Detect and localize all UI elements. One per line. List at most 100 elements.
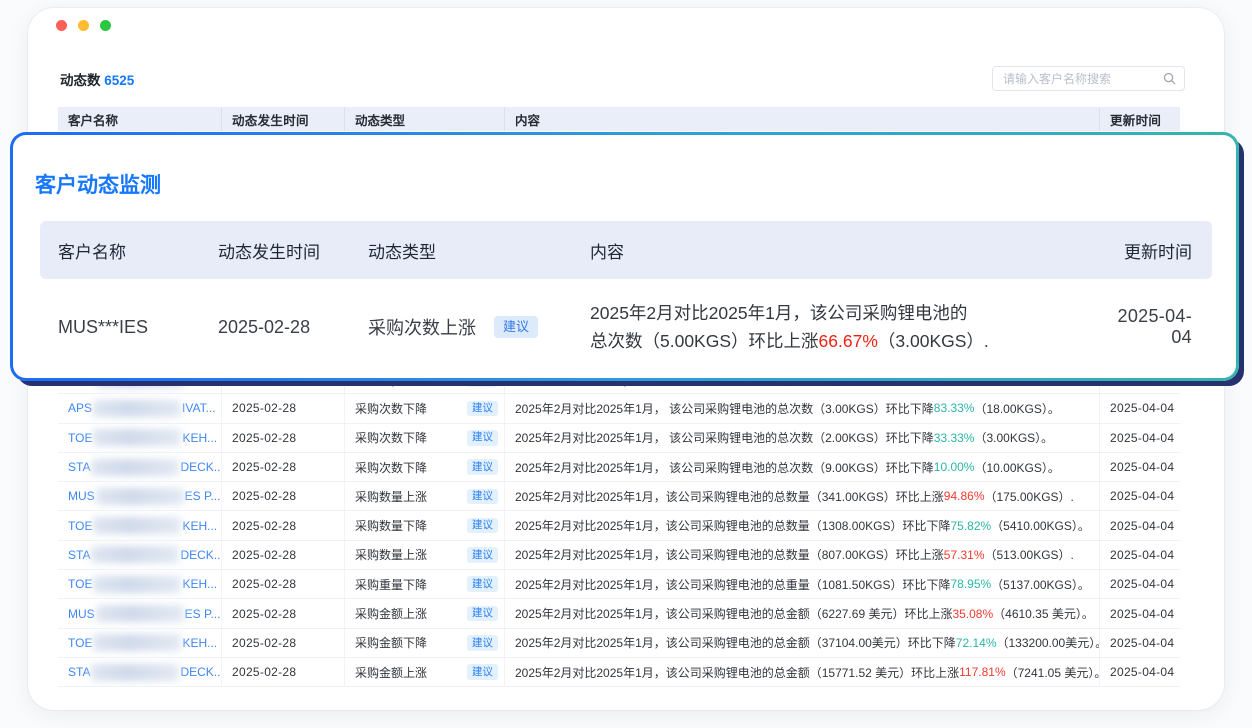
customer-name-link[interactable]: MUSES P... bbox=[68, 605, 220, 622]
redacted-name-blur bbox=[93, 634, 181, 651]
content-text: 2025年2月对比2025年1月， 该公司采购锂电池的总次数（2.00KGS）环… bbox=[515, 429, 934, 446]
customer-name-cell: MUSES P... bbox=[58, 482, 222, 510]
suggestion-badge: 建议 bbox=[467, 664, 498, 680]
table-row[interactable]: TOEKEH...2025-02-28采购次数下降建议2025年2月对比2025… bbox=[58, 424, 1180, 453]
customer-name-cell: TOEKEH... bbox=[58, 424, 222, 452]
customer-name-cell: MUSES P... bbox=[58, 599, 222, 627]
event-content: 2025年2月对比2025年1月，该公司采购锂电池的总数量（341.00KGS）… bbox=[505, 482, 1100, 510]
event-type-label: 采购数量下降 bbox=[355, 517, 427, 534]
event-type-label: 采购次数下降 bbox=[355, 400, 427, 417]
customer-name-suffix: IVAT... bbox=[182, 401, 216, 415]
content-text: 2025年2月对比2025年1月，该公司采购锂电池的总金额（37104.00美元… bbox=[515, 634, 956, 651]
table-row[interactable]: TOEKEH...2025-02-28采购重量下降建议2025年2月对比2025… bbox=[58, 570, 1180, 599]
content-text: 2025年2月对比2025年1月，该公司采购锂电池的总数量（1308.00KGS… bbox=[515, 517, 950, 534]
search-input[interactable] bbox=[993, 72, 1163, 86]
overlay-header-row: 客户名称动态发生时间动态类型内容更新时间 bbox=[40, 221, 1212, 279]
event-type-label: 采购金额下降 bbox=[355, 634, 427, 651]
suggestion-badge: 建议 bbox=[467, 576, 498, 592]
suggestion-badge: 建议 bbox=[467, 518, 498, 534]
dynamics-count-label: 动态数 bbox=[60, 73, 101, 88]
event-content: 2025年2月对比2025年1月，该公司采购锂电池的总金额（6227.69 美元… bbox=[505, 599, 1100, 627]
overlay-event-content: 2025年2月对比2025年1月，该公司采购锂电池的 总次数（5.00KGS）环… bbox=[572, 299, 1084, 355]
content-percent: 78.95% bbox=[950, 577, 991, 591]
table-row[interactable]: STADECK...2025-02-28采购数量上涨建议2025年2月对比202… bbox=[58, 541, 1180, 570]
customer-name-cell: STADECK... bbox=[58, 453, 222, 481]
redacted-name-blur bbox=[96, 605, 184, 622]
table-row[interactable]: STADECK...2025-02-28采购次数下降建议2025年2月对比202… bbox=[58, 453, 1180, 482]
customer-name-prefix: TOE bbox=[68, 577, 92, 591]
event-type-label: 采购数量上涨 bbox=[355, 488, 427, 505]
customer-name-suffix: DECK... bbox=[180, 665, 222, 679]
event-type-label: 采购数量上涨 bbox=[355, 546, 427, 563]
customer-name-link[interactable]: TOE KEH... bbox=[68, 576, 217, 593]
content-text: （5410.00KGS）。 bbox=[991, 517, 1090, 534]
event-type-cell: 采购次数下降建议 bbox=[345, 394, 505, 422]
event-type-label: 采购次数下降 bbox=[355, 459, 427, 476]
update-date: 2025-04-04 bbox=[1100, 629, 1180, 657]
overlay-title: 客户动态监测 bbox=[35, 169, 161, 199]
column-header: 客户名称 bbox=[58, 107, 222, 131]
customer-name-suffix: KEH... bbox=[182, 577, 217, 591]
window-controls bbox=[56, 20, 111, 31]
close-window-button[interactable] bbox=[56, 20, 67, 31]
zoom-window-button[interactable] bbox=[100, 20, 111, 31]
customer-name-cell: TOE KEH... bbox=[58, 570, 222, 598]
event-content: 2025年2月对比2025年1月，该公司采购锂电池的总金额（37104.00美元… bbox=[505, 629, 1100, 657]
event-content: 2025年2月对比2025年1月，该公司采购锂电池的总数量（807.00KGS）… bbox=[505, 541, 1100, 569]
customer-name-prefix: APS bbox=[68, 401, 92, 415]
content-percent: 33.33% bbox=[934, 431, 975, 445]
table-row[interactable]: TOEKEH...2025-02-28采购数量下降建议2025年2月对比2025… bbox=[58, 511, 1180, 540]
customer-name-link[interactable]: STADECK... bbox=[68, 664, 222, 681]
overlay-column-header: 动态发生时间 bbox=[200, 238, 350, 263]
customer-name-link[interactable]: STADECK... bbox=[68, 546, 222, 563]
customer-name-prefix: TOE bbox=[68, 519, 92, 533]
customer-name-suffix: ES P... bbox=[185, 489, 221, 503]
suggestion-badge: 建议 bbox=[467, 635, 498, 651]
table-row[interactable]: TOEKEH...2025-02-28采购金额下降建议2025年2月对比2025… bbox=[58, 629, 1180, 658]
customer-name-link[interactable]: TOEKEH... bbox=[68, 429, 217, 446]
customer-name-prefix: MUS bbox=[68, 607, 95, 621]
column-header: 内容 bbox=[505, 107, 1100, 131]
event-date: 2025-02-28 bbox=[222, 658, 345, 686]
customer-name-link[interactable]: TOEKEH... bbox=[68, 517, 217, 534]
content-percent: 10.00% bbox=[934, 460, 975, 474]
search-icon[interactable] bbox=[1163, 72, 1176, 85]
minimize-window-button[interactable] bbox=[78, 20, 89, 31]
content-text: （7241.05 美元）。 bbox=[1006, 664, 1100, 681]
event-content: 2025年2月对比2025年1月，该公司采购锂电池的总金额（15771.52 美… bbox=[505, 658, 1100, 686]
table-row[interactable]: STADECK...2025-02-28采购金额上涨建议2025年2月对比202… bbox=[58, 658, 1180, 687]
content-text: （10.00KGS）。 bbox=[974, 459, 1059, 476]
event-content: 2025年2月对比2025年1月，该公司采购锂电池的总重量（1081.50KGS… bbox=[505, 570, 1100, 598]
event-type-cell: 采购次数下降建议 bbox=[345, 424, 505, 452]
table-row[interactable]: APSIVAT...2025-02-28采购次数下降建议2025年2月对比202… bbox=[58, 394, 1180, 423]
overlay-data-row[interactable]: MUS***IES 2025-02-28 采购次数上涨 建议 2025年2月对比… bbox=[40, 279, 1212, 375]
overlay-event-date: 2025-02-28 bbox=[200, 317, 350, 338]
overlay-column-header: 动态类型 bbox=[350, 238, 572, 263]
update-date: 2025-04-04 bbox=[1100, 511, 1180, 539]
event-date: 2025-02-28 bbox=[222, 394, 345, 422]
customer-name-suffix: KEH... bbox=[182, 431, 217, 445]
content-text: （18.00KGS）。 bbox=[974, 400, 1059, 417]
event-type-label: 采购重量下降 bbox=[355, 576, 427, 593]
table-row[interactable]: MUSES P...2025-02-28采购数量上涨建议2025年2月对比202… bbox=[58, 482, 1180, 511]
customer-name-link[interactable]: TOE KEH... bbox=[68, 634, 217, 651]
overlay-column-header: 更新时间 bbox=[1084, 238, 1212, 263]
update-date: 2025-04-04 bbox=[1100, 424, 1180, 452]
customer-name-cell: STADECK... bbox=[58, 658, 222, 686]
customer-search[interactable] bbox=[992, 66, 1185, 91]
content-text: （5137.00KGS）。 bbox=[991, 576, 1090, 593]
customer-name-link[interactable]: STADECK... bbox=[68, 459, 222, 476]
update-date: 2025-04-04 bbox=[1100, 453, 1180, 481]
customer-name-suffix: KEH... bbox=[182, 636, 217, 650]
event-type-cell: 采购金额下降 建议 bbox=[345, 629, 505, 657]
customer-name-prefix: STA bbox=[68, 460, 90, 474]
customer-name-link[interactable]: MUSES P... bbox=[68, 488, 220, 505]
event-type-label: 采购金额上涨 bbox=[355, 605, 427, 622]
event-date: 2025-02-28 bbox=[222, 453, 345, 481]
customer-name-link[interactable]: APS IVAT... bbox=[68, 400, 216, 417]
table-row[interactable]: MUSES P...2025-02-28采购金额上涨建议2025年2月对比202… bbox=[58, 599, 1180, 628]
customer-name-cell: STADECK... bbox=[58, 541, 222, 569]
overlay-content-line1: 2025年2月对比2025年1月，该公司采购锂电池的 bbox=[590, 303, 967, 323]
customer-name-prefix: TOE bbox=[68, 636, 92, 650]
overlay-card-inner: 客户动态监测 客户名称动态发生时间动态类型内容更新时间 MUS***IES 20… bbox=[13, 135, 1236, 378]
